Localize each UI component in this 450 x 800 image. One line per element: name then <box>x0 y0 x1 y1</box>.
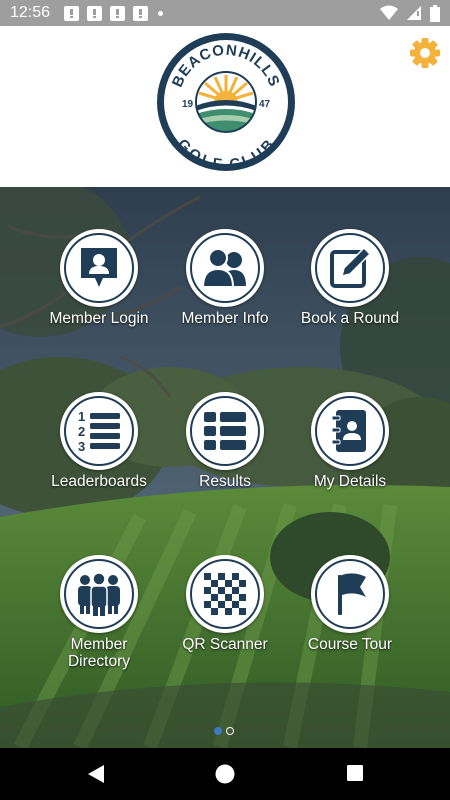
battery-icon <box>430 4 440 22</box>
tile-member-info[interactable]: Member Info <box>155 229 295 349</box>
member-login-icon <box>81 248 117 287</box>
tile-qr-scanner[interactable]: QR Scanner <box>155 555 295 675</box>
back-icon[interactable] <box>86 764 106 784</box>
tile-label: Member Directory <box>67 636 130 670</box>
notification-icon <box>133 5 149 21</box>
page-dot[interactable] <box>226 727 234 735</box>
checker-icon <box>204 573 246 615</box>
tile-circle <box>60 229 138 307</box>
tile-label: Member Login <box>49 310 149 327</box>
list-icon <box>204 412 246 450</box>
notification-icon <box>87 5 103 21</box>
status-time: 12:56 <box>10 4 51 21</box>
svg-text:1: 1 <box>78 409 85 424</box>
app-header: BEACONHILLS GOLF CLUB 19 47 <box>0 26 450 187</box>
home-icon[interactable] <box>215 764 235 784</box>
tile-label: Leaderboards <box>51 473 147 490</box>
tile-label: QR Scanner <box>182 636 268 653</box>
contact-book-icon <box>331 410 366 452</box>
wifi-icon <box>380 5 398 20</box>
svg-text:2: 2 <box>78 424 85 439</box>
tile-circle <box>186 229 264 307</box>
notification-icon <box>110 5 126 21</box>
logo-year-left: 19 <box>182 99 194 110</box>
logo-year-right: 47 <box>259 99 271 110</box>
ranked-list-icon: 1 2 3 <box>78 409 120 453</box>
tile-course-tour[interactable]: Course Tour <box>280 555 420 675</box>
tile-circle <box>186 555 264 633</box>
gear-icon[interactable] <box>408 36 442 70</box>
tile-circle <box>311 229 389 307</box>
tile-member-login[interactable]: Member Login <box>29 229 169 349</box>
tile-label: My Details <box>313 473 387 490</box>
page-dot-active[interactable] <box>214 727 222 735</box>
tile-my-details[interactable]: My Details <box>280 392 420 512</box>
edit-icon <box>330 246 372 288</box>
members-icon <box>201 248 246 288</box>
tile-circle <box>311 392 389 470</box>
status-bar: 12:56 <box>0 0 450 26</box>
status-icons <box>380 4 440 22</box>
recents-icon[interactable] <box>346 764 364 782</box>
flag-icon <box>338 573 366 615</box>
tile-member-directory[interactable]: Member Directory <box>29 555 169 675</box>
tile-circle <box>186 392 264 470</box>
tile-label: Book a Round <box>300 310 400 327</box>
club-logo: BEACONHILLS GOLF CLUB 19 47 <box>157 33 295 173</box>
notification-icon <box>64 5 80 21</box>
tile-circle <box>311 555 389 633</box>
page-indicator <box>214 727 234 735</box>
svg-text:3: 3 <box>78 439 85 453</box>
system-nav-bar <box>0 748 450 800</box>
group-icon <box>78 572 120 616</box>
tile-circle: 1 2 3 <box>60 392 138 470</box>
tile-label: Course Tour <box>307 636 393 653</box>
tile-book-a-round[interactable]: Book a Round <box>280 229 420 349</box>
more-notifications-dot <box>158 10 164 16</box>
tile-circle <box>60 555 138 633</box>
signal-icon <box>407 6 421 20</box>
tile-leaderboards[interactable]: 1 2 3 Leaderboards <box>29 392 169 512</box>
tile-results[interactable]: Results <box>155 392 295 512</box>
tile-label: Results <box>199 473 251 490</box>
tile-label: Member Info <box>181 310 269 327</box>
home-background: Member Login Member Info Book a Round 1 <box>0 187 450 748</box>
